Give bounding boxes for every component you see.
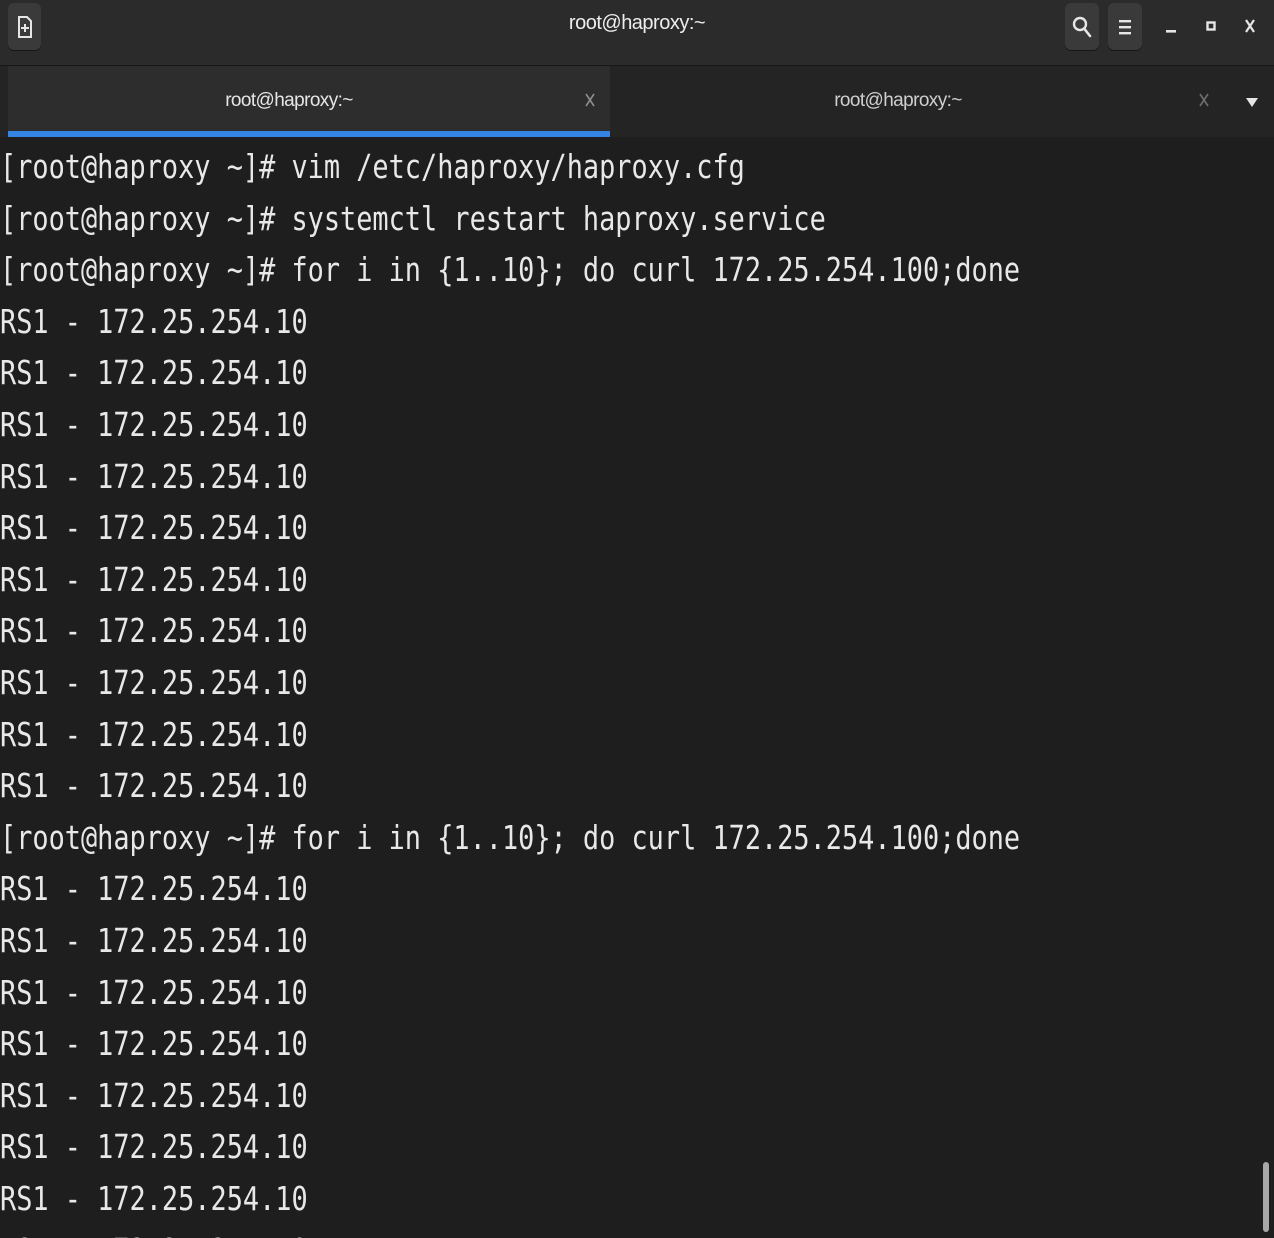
- new-tab-icon: [17, 15, 32, 38]
- terminal-window: root@haproxy:~ root@haproxy:~ root@hapro…: [0, 0, 1274, 1238]
- tab-close-button[interactable]: [1194, 88, 1214, 112]
- terminal-line: RS1 - 172.25.254.10: [0, 301, 308, 341]
- tab-label: root@haproxy:~: [225, 90, 353, 111]
- scrollbar[interactable]: [1258, 137, 1274, 1238]
- terminal-line: RS1 - 172.25.254.10: [0, 1075, 308, 1115]
- close-icon: [585, 93, 595, 107]
- minimize-button[interactable]: [1157, 10, 1185, 42]
- maximize-button[interactable]: [1197, 10, 1225, 42]
- terminal-line: [root@haproxy ~]# systemctl restart hapr…: [0, 198, 826, 238]
- search-button[interactable]: [1065, 3, 1099, 50]
- terminal-line: RS1 - 172.25.254.10: [0, 1225, 308, 1238]
- terminal-line: RS1 - 172.25.254.10: [0, 456, 308, 496]
- terminal-output[interactable]: [root@haproxy ~]# vim /etc/haproxy/hapro…: [0, 137, 1258, 1238]
- tab-label: root@haproxy:~: [834, 90, 962, 111]
- terminal-line: RS1 - 172.25.254.10: [0, 611, 308, 651]
- terminal-line: RS1 - 172.25.254.10: [0, 663, 308, 702]
- scrollbar-thumb[interactable]: [1263, 1162, 1269, 1232]
- tab-close-button[interactable]: [580, 88, 600, 112]
- terminal-line: [root@haproxy ~]# vim /etc/haproxy/hapro…: [0, 147, 745, 186]
- terminal-line: RS1 - 172.25.254.10: [0, 353, 308, 393]
- search-icon: [1072, 16, 1092, 37]
- terminal-line: RS1 - 172.25.254.10: [0, 714, 308, 754]
- terminal-line: RS1 - 172.25.254.10: [0, 405, 308, 444]
- terminal-line: RS1 - 172.25.254.10: [0, 972, 308, 1012]
- terminal-line: RS1 - 172.25.254.10: [0, 921, 308, 960]
- new-tab-button[interactable]: [8, 3, 41, 50]
- terminal-line: RS1 - 172.25.254.10: [0, 559, 308, 599]
- terminal-line: RS1 - 172.25.254.10: [0, 1179, 308, 1218]
- terminal-line: RS1 - 172.25.254.10: [0, 1127, 308, 1167]
- terminal-line: RS1 - 172.25.254.10: [0, 1024, 308, 1064]
- close-button[interactable]: [1236, 10, 1264, 42]
- terminal-line: RS1 - 172.25.254.10: [0, 869, 308, 909]
- tab-bar: root@haproxy:~ root@haproxy:~: [0, 66, 1274, 137]
- terminal-line: [root@haproxy ~]# for i in {1..10}; do c…: [0, 250, 1021, 290]
- chevron-down-icon: [1246, 98, 1258, 107]
- terminal-line: RS1 - 172.25.254.10: [0, 766, 308, 806]
- tab-list-button[interactable]: [1238, 88, 1266, 116]
- minimize-icon: [1166, 30, 1176, 33]
- terminal-line: [root@haproxy ~]# for i in {1..10}; do c…: [0, 817, 1021, 857]
- terminal-line: RS1 - 172.25.254.10: [0, 508, 308, 548]
- tab-1[interactable]: root@haproxy:~: [8, 66, 610, 137]
- hamburger-menu-icon: [1119, 19, 1131, 34]
- headerbar: root@haproxy:~: [0, 0, 1274, 66]
- maximize-icon: [1206, 21, 1216, 31]
- close-icon: [1199, 93, 1209, 107]
- main-menu-button[interactable]: [1108, 3, 1142, 50]
- tab-2[interactable]: root@haproxy:~: [612, 66, 1224, 137]
- close-icon: [1245, 19, 1255, 33]
